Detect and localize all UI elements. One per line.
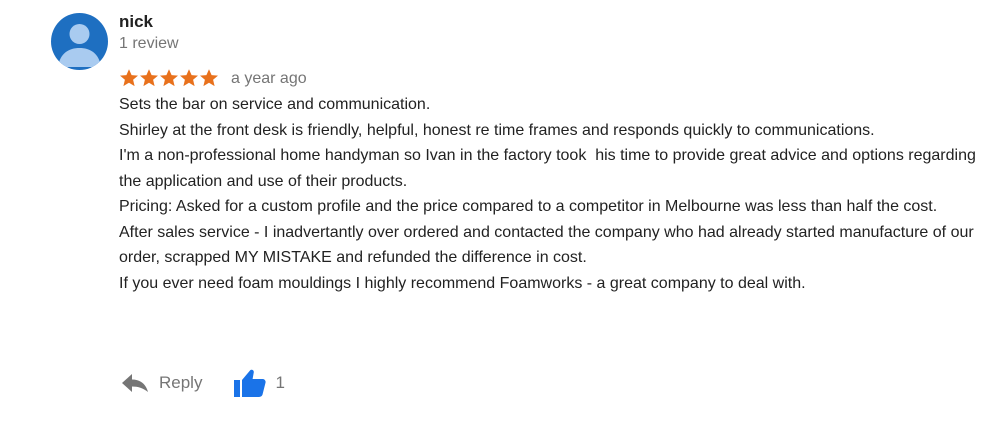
review-text: Sets the bar on service and communicatio… xyxy=(119,92,979,296)
like-count: 1 xyxy=(275,373,285,392)
review-paragraph: If you ever need foam mouldings I highly… xyxy=(119,274,806,292)
reviewer-review-count: 1 review xyxy=(119,35,179,52)
review-actions: Reply 1 xyxy=(121,366,285,400)
review-paragraph: I'm a non-professional home handyman so … xyxy=(119,147,981,190)
star-icon xyxy=(200,69,218,87)
star-icon xyxy=(180,69,198,87)
reviewer-name[interactable]: nick xyxy=(119,12,153,32)
review-time: a year ago xyxy=(231,70,307,87)
reply-button[interactable]: Reply xyxy=(121,373,202,393)
reply-arrow-icon xyxy=(122,374,148,392)
avatar[interactable] xyxy=(51,13,108,70)
star-icon xyxy=(120,69,138,87)
star-icon xyxy=(140,69,158,87)
person-avatar-icon xyxy=(58,24,101,67)
star-icon xyxy=(160,69,178,87)
like-button[interactable]: 1 xyxy=(234,369,285,397)
rating-row: a year ago xyxy=(119,67,307,89)
review-paragraph: Shirley at the front desk is friendly, h… xyxy=(119,121,875,139)
reply-label: Reply xyxy=(159,373,203,392)
review-paragraph: After sales service - I inadvertantly ov… xyxy=(119,223,979,267)
review-paragraph: Sets the bar on service and communicatio… xyxy=(119,96,431,113)
thumbs-up-icon xyxy=(234,369,267,397)
review-paragraph: Pricing: Asked for a custom profile and … xyxy=(119,198,938,215)
star-rating xyxy=(119,68,219,88)
